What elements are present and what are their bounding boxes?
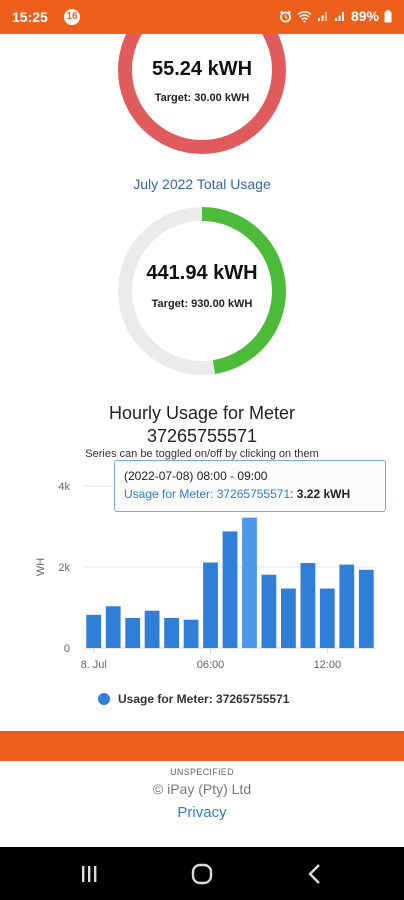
footer-band xyxy=(0,731,404,761)
recents-icon xyxy=(82,866,97,882)
chart-bar[interactable] xyxy=(300,563,316,648)
recents-button[interactable] xyxy=(74,861,104,887)
x-tick-label: 12:00 xyxy=(314,659,342,671)
chart-bar[interactable] xyxy=(125,618,141,648)
home-button[interactable] xyxy=(187,861,217,887)
chart-bar[interactable] xyxy=(358,569,374,648)
chart-bar[interactable] xyxy=(203,562,218,649)
chart-subtitle: Series can be toggled on/off by clicking… xyxy=(85,448,319,460)
back-button[interactable] xyxy=(300,861,330,887)
chart-bar[interactable] xyxy=(183,619,199,648)
status-time: 15:25 xyxy=(12,9,48,25)
chart-bar[interactable] xyxy=(164,618,179,648)
alarm-icon xyxy=(279,10,292,23)
tooltip-value: 3.22 kWH xyxy=(296,487,351,501)
gauge-progress-arc xyxy=(118,34,286,154)
legend-marker-icon xyxy=(98,693,110,705)
monthly-usage-gauge: 441.94 kWH Target: 930.00 kWH xyxy=(0,199,404,384)
back-icon xyxy=(308,864,320,884)
tooltip-series-name: Usage for Meter: 37265755571 xyxy=(124,487,291,501)
gauge-target: Target: 930.00 kWH xyxy=(151,298,253,310)
signal-icon xyxy=(317,10,329,22)
chart-bar[interactable] xyxy=(242,517,257,648)
chart-bar[interactable] xyxy=(105,606,121,648)
y-tick-label: 2k xyxy=(58,562,70,574)
legend-label: Usage for Meter: 37265755571 xyxy=(118,692,290,706)
notification-count-badge: 16 xyxy=(64,9,80,25)
daily-usage-gauge: 55.24 kWH Target: 30.00 kWH xyxy=(0,34,404,164)
chart-bar[interactable] xyxy=(339,564,355,648)
monthly-usage-gauge-ring xyxy=(118,207,286,375)
chart-title-meter-number: 37265755571 xyxy=(146,426,258,446)
footer-copyright: © iPay (Pty) Ltd xyxy=(152,781,252,797)
chart-legend-item[interactable]: Usage for Meter: 37265755571 xyxy=(98,692,289,706)
chart-tooltip: (2022-07-08) 08:00 - 09:00 Usage for Met… xyxy=(114,460,386,512)
battery-icon xyxy=(384,9,392,23)
y-tick-label: 0 xyxy=(64,643,70,655)
gauge-value: 55.24 kWH xyxy=(151,58,253,80)
status-bar: 15:25 16 89% xyxy=(0,0,404,34)
chart-bar[interactable] xyxy=(281,588,296,649)
system-nav-bar xyxy=(0,847,404,900)
wifi-icon xyxy=(297,10,312,23)
gauge-value: 441.94 kWH xyxy=(146,262,258,284)
footer: UNSPECIFIED © iPay (Pty) Ltd Privacy xyxy=(0,761,404,847)
footer-environment: UNSPECIFIED xyxy=(170,767,234,777)
home-icon xyxy=(191,863,213,885)
month-usage-title: July 2022 Total Usage xyxy=(133,176,271,192)
status-icons: 89% xyxy=(279,8,392,24)
chart-bar[interactable] xyxy=(261,574,277,648)
y-tick-label: 4k xyxy=(58,481,70,493)
chart-bar[interactable] xyxy=(222,531,238,648)
x-tick-label: 8. Jul xyxy=(81,659,107,671)
privacy-link[interactable]: Privacy xyxy=(0,804,404,821)
tooltip-time-range: (2022-07-08) 08:00 - 09:00 xyxy=(124,469,268,483)
dashboard-content[interactable]: 55.24 kWH Target: 30.00 kWH July 2022 To… xyxy=(0,34,404,731)
chart-title: Hourly Usage for Meter xyxy=(108,403,296,423)
gauge-target: Target: 30.00 kWH xyxy=(154,92,250,104)
chart-bar[interactable] xyxy=(86,614,102,648)
chart-bar[interactable] xyxy=(319,588,335,649)
x-tick-label: 06:00 xyxy=(197,659,225,671)
chart-bar[interactable] xyxy=(144,610,160,648)
y-axis-label: WH xyxy=(35,558,47,576)
battery-level: 89% xyxy=(350,8,379,24)
signal-icon xyxy=(334,10,346,22)
